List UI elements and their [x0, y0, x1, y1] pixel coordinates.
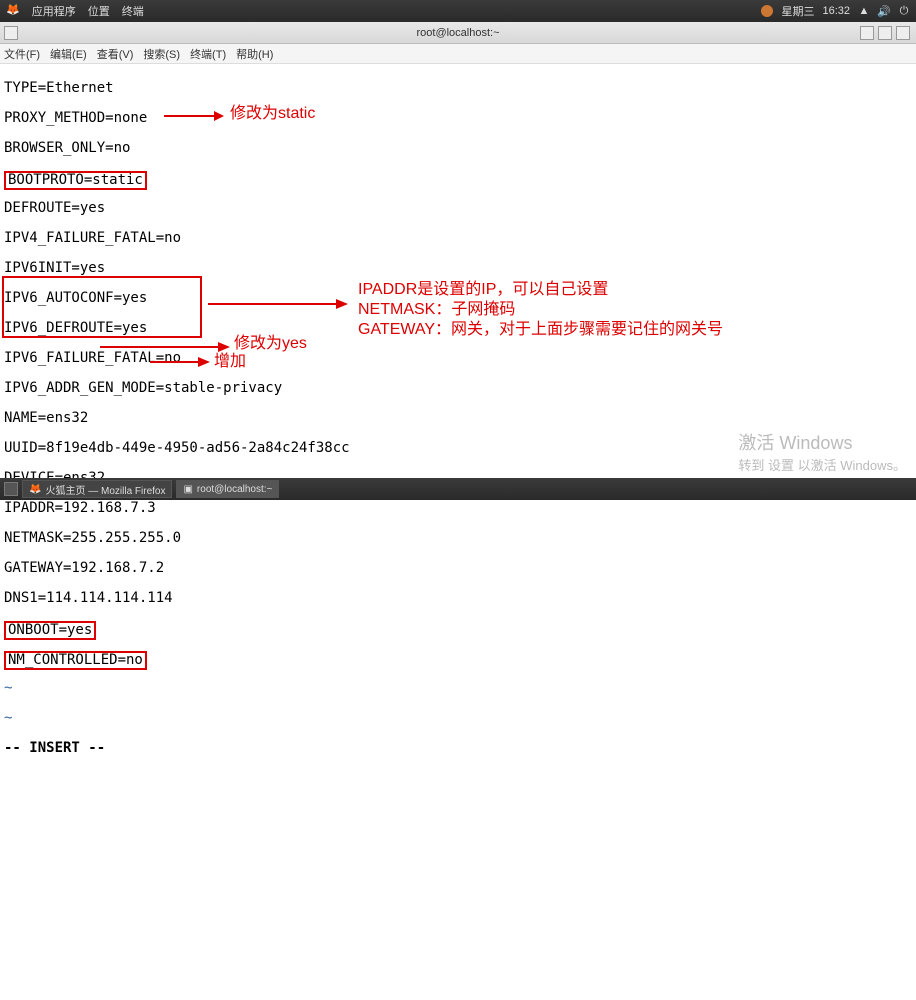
cfg-line-nmcontrolled: NM_CONTROLLED=no — [4, 651, 912, 666]
cfg-line-onboot: ONBOOT=yes — [4, 621, 912, 636]
cfg-line: DNS1=114.114.114.114 — [4, 591, 912, 606]
firefox-icon: 🦊 — [29, 484, 41, 495]
network-icon[interactable]: ▲ — [858, 5, 870, 17]
windows-watermark: 激活 Windows 转到 设置 以激活 Windows。 — [738, 429, 906, 474]
menu-apps[interactable]: 应用程序 — [32, 3, 76, 19]
annotation-yes: 修改为yes — [234, 336, 307, 351]
annotation-add: 增加 — [214, 354, 246, 369]
terminal-menu-bar: 文件(F) 编辑(E) 查看(V) 搜索(S) 终端(T) 帮助(H) — [0, 44, 916, 64]
window-minimize-button[interactable] — [860, 26, 874, 40]
annotation-ipaddr: IPADDR是设置的IP，可以自己设置 — [358, 282, 608, 297]
cfg-line: BROWSER_ONLY=no — [4, 141, 912, 156]
cfg-line: PROXY_METHOD=none — [4, 111, 912, 126]
window-maximize-button[interactable] — [878, 26, 892, 40]
volume-icon[interactable]: 🔊 — [878, 5, 890, 17]
arrow-icon — [208, 294, 348, 314]
menu-terminal-m[interactable]: 终端(T) — [190, 46, 226, 62]
arrow-icon — [150, 354, 210, 370]
watermark-line1: 激活 Windows — [738, 429, 906, 455]
watermark-line2: 转到 设置 以激活 Windows。 — [738, 455, 906, 474]
window-close-button[interactable] — [4, 26, 18, 40]
cfg-line-bootproto: BOOTPROTO=static — [4, 171, 912, 186]
taskbar-label: 火狐主页 — Mozilla Firefox — [45, 482, 165, 497]
terminal-content[interactable]: TYPE=Ethernet PROXY_METHOD=none BROWSER_… — [0, 64, 916, 1000]
window-title-bar: root@localhost:~ — [0, 22, 916, 44]
annotation-netmask: NETMASK：子网掩码 — [358, 302, 515, 317]
cfg-line: IPV4_FAILURE_FATAL=no — [4, 231, 912, 246]
gnome-top-panel: 🦊 应用程序 位置 终端 星期三 16:32 ▲ 🔊 ⏻ — [0, 0, 916, 22]
cfg-line: NAME=ens32 — [4, 411, 912, 426]
terminal-icon: ▣ — [183, 484, 192, 495]
vim-mode: -- INSERT -- — [4, 741, 912, 756]
window-title: root@localhost:~ — [416, 27, 499, 39]
cfg-line: GATEWAY=192.168.7.2 — [4, 561, 912, 576]
cfg-line: TYPE=Ethernet — [4, 81, 912, 96]
arrow-icon — [164, 108, 224, 124]
window-close-button-2[interactable] — [896, 26, 910, 40]
cfg-line: IPADDR=192.168.7.3 — [4, 501, 912, 516]
menu-help[interactable]: 帮助(H) — [236, 46, 273, 62]
highlight-box-block — [2, 276, 202, 338]
vim-tilde: ~ — [4, 711, 912, 726]
menu-edit[interactable]: 编辑(E) — [50, 46, 87, 62]
annotation-static: 修改为static — [230, 106, 315, 121]
menu-terminal[interactable]: 终端 — [122, 3, 144, 19]
menu-view[interactable]: 查看(V) — [97, 46, 134, 62]
panel-fox-icon: 🦊 — [6, 3, 20, 19]
cfg-line: IPV6_ADDR_GEN_MODE=stable-privacy — [4, 381, 912, 396]
power-icon[interactable]: ⏻ — [898, 5, 910, 17]
menu-search[interactable]: 搜索(S) — [143, 46, 180, 62]
arrow-icon — [100, 339, 230, 355]
menu-places[interactable]: 位置 — [88, 3, 110, 19]
taskbar-item-firefox[interactable]: 🦊 火狐主页 — Mozilla Firefox — [22, 480, 172, 498]
cfg-line: DEFROUTE=yes — [4, 201, 912, 216]
bullet-icon — [761, 5, 773, 17]
menu-file[interactable]: 文件(F) — [4, 46, 40, 62]
annotation-gateway: GATEWAY：网关，对于上面步骤需要记住的网关号 — [358, 322, 723, 337]
clock-day: 星期三 — [781, 3, 814, 19]
taskbar-label: root@localhost:~ — [197, 484, 272, 495]
highlight-box: ONBOOT=yes — [4, 621, 96, 640]
show-desktop-icon[interactable] — [4, 482, 18, 496]
highlight-box: BOOTPROTO=static — [4, 171, 147, 190]
highlight-box: NM_CONTROLLED=no — [4, 651, 147, 670]
taskbar-item-terminal[interactable]: ▣ root@localhost:~ — [176, 480, 279, 498]
vim-tilde: ~ — [4, 681, 912, 696]
gnome-bottom-panel: 🦊 火狐主页 — Mozilla Firefox ▣ root@localhos… — [0, 478, 916, 500]
clock-time: 16:32 — [822, 5, 850, 17]
cfg-line: IPV6INIT=yes — [4, 261, 912, 276]
cfg-line: NETMASK=255.255.255.0 — [4, 531, 912, 546]
